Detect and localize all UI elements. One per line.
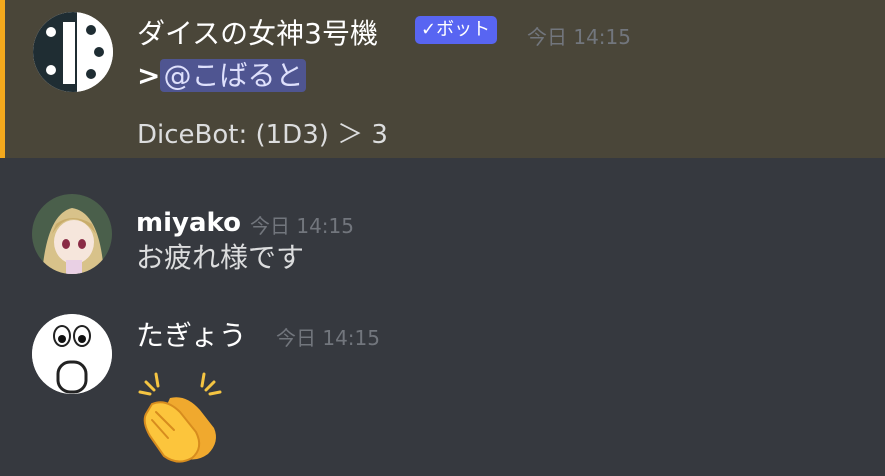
timestamp: 今日 14:15 xyxy=(250,214,354,238)
username[interactable]: たぎょう xyxy=(136,322,247,350)
message-miyako[interactable]: miyako 今日 14:15 お疲れ様です xyxy=(0,180,885,290)
avatar[interactable] xyxy=(32,194,112,274)
dice-avatar-icon xyxy=(33,12,113,92)
anime-avatar-icon xyxy=(32,194,112,274)
chat-message-list: ダイスの女神3号機 ✓ボット 今日 14:15 > @こばると DiceBot: … xyxy=(0,0,885,476)
reply-prefix: > xyxy=(137,59,161,92)
timestamp: 今日 14:15 xyxy=(527,25,631,49)
message-tagyou[interactable]: たぎょう 今日 14:15 xyxy=(0,300,885,476)
avatar[interactable] xyxy=(32,314,112,394)
message-reply-line: > @こばると xyxy=(137,59,307,92)
dice-result-text: DiceBot: (1D3) ＞ 3 xyxy=(137,120,388,150)
message-bot-dice[interactable]: ダイスの女神3号機 ✓ボット 今日 14:15 > @こばると DiceBot: … xyxy=(0,0,885,158)
clapping-hands-icon xyxy=(134,368,234,472)
timestamp: 今日 14:15 xyxy=(276,326,380,350)
face-avatar-icon xyxy=(32,314,112,394)
username[interactable]: ダイスの女神3号機 xyxy=(137,20,378,48)
username[interactable]: miyako xyxy=(136,210,241,236)
avatar[interactable] xyxy=(33,12,113,92)
bot-badge: ✓ボット xyxy=(415,16,498,44)
user-mention[interactable]: @こばると xyxy=(160,59,307,92)
message-text: お疲れ様です xyxy=(136,241,305,274)
